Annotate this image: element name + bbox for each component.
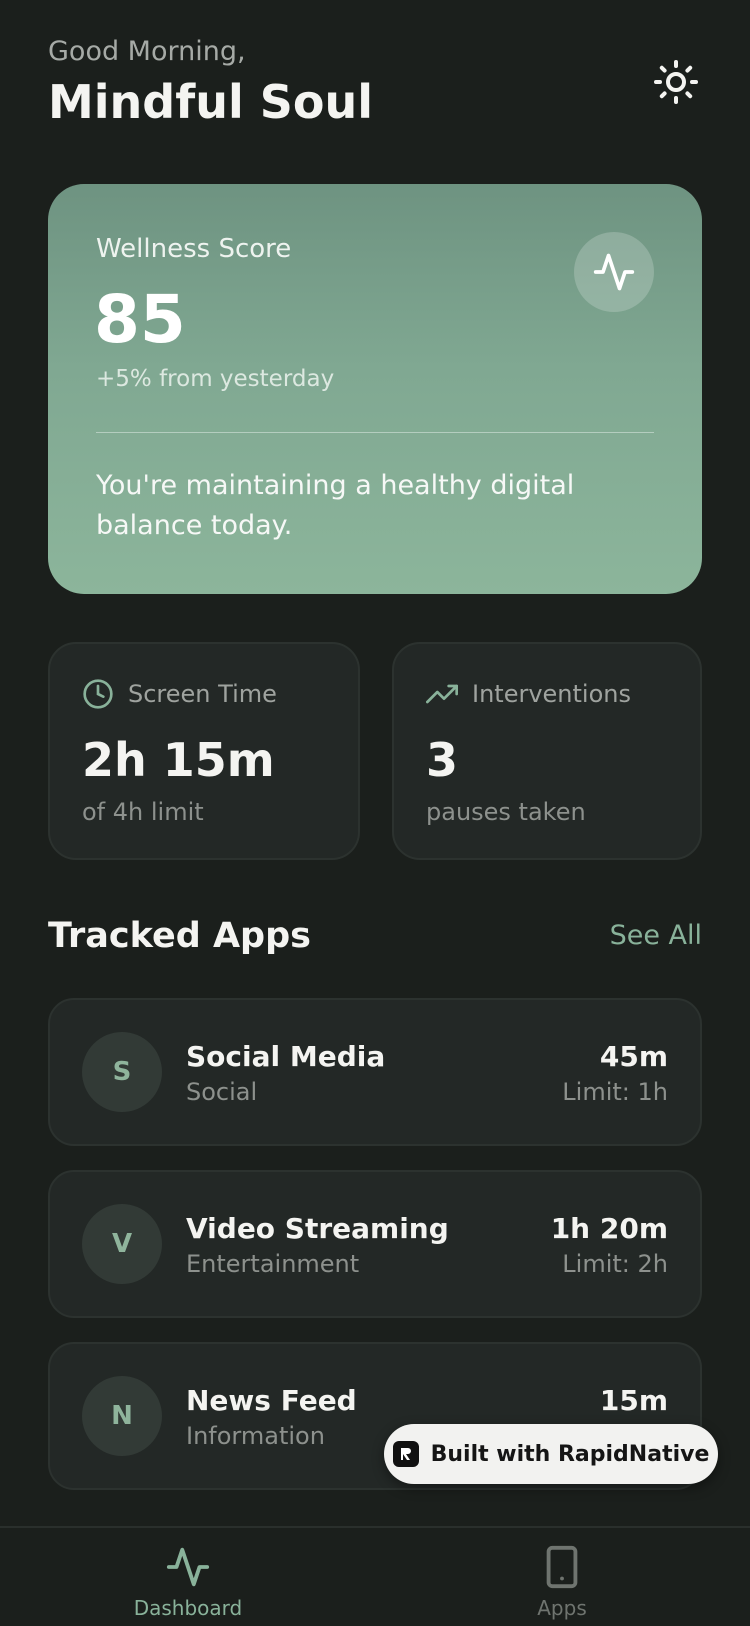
greeting-text: Good Morning, <box>48 36 246 67</box>
smartphone-icon <box>546 1545 578 1589</box>
wellness-score-label: Wellness Score <box>96 234 292 264</box>
wellness-message: You're maintaining a healthy digital bal… <box>96 470 575 541</box>
app-limit: Limit: 2h <box>562 1250 668 1278</box>
tab-apps[interactable]: Apps <box>462 1544 662 1620</box>
badge-label: Built with RapidNative <box>430 1441 710 1467</box>
sun-icon <box>654 60 698 104</box>
screen-time-header: Screen Time <box>82 678 277 710</box>
wellness-score-card[interactable]: Wellness Score 85 +5% from yesterday You… <box>48 184 702 594</box>
app-avatar: S <box>82 1032 162 1112</box>
wellness-divider <box>96 432 654 433</box>
app-category: Entertainment <box>186 1250 360 1278</box>
screen-time-sub: of 4h limit <box>82 798 204 826</box>
screen-time-value: 2h 15m <box>82 733 275 787</box>
clock-icon <box>83 679 113 709</box>
app-usage-time: 15m <box>599 1384 668 1417</box>
app-category: Social <box>186 1078 258 1106</box>
tab-label: Apps <box>537 1596 587 1620</box>
activity-icon <box>166 1547 210 1587</box>
bottom-tab-bar: Dashboard Apps <box>0 1526 750 1626</box>
interventions-sub: pauses taken <box>426 798 586 826</box>
activity-icon <box>593 253 635 291</box>
see-all-link[interactable]: See All <box>610 920 702 951</box>
app-avatar: N <box>82 1376 162 1456</box>
app-name: Social Media <box>186 1040 386 1073</box>
built-with-rapidnative-badge[interactable]: Built with RapidNative <box>384 1424 718 1484</box>
app-name: Video Streaming <box>186 1212 449 1245</box>
rapidnative-logo-icon <box>392 1441 419 1467</box>
app-usage-time: 45m <box>599 1040 668 1073</box>
app-avatar: V <box>82 1204 162 1284</box>
interventions-card[interactable]: Interventions 3 pauses taken <box>392 642 702 860</box>
header: Good Morning, Mindful Soul <box>48 34 702 134</box>
app-limit: Limit: 1h <box>562 1078 668 1106</box>
interventions-header: Interventions <box>426 678 631 710</box>
theme-toggle-button[interactable] <box>652 58 700 106</box>
wellness-score-value: 85 <box>94 281 186 358</box>
tab-dashboard[interactable]: Dashboard <box>88 1544 288 1620</box>
app-card[interactable]: S Social Media Social 45m Limit: 1h <box>48 998 702 1146</box>
wellness-score-change: +5% from yesterday <box>96 366 335 392</box>
screen-time-card[interactable]: Screen Time 2h 15m of 4h limit <box>48 642 360 860</box>
trending-up-icon <box>426 684 458 704</box>
app-usage-time: 1h 20m <box>550 1212 668 1245</box>
screen-time-label: Screen Time <box>128 680 277 708</box>
interventions-label: Interventions <box>472 680 631 708</box>
app-card[interactable]: V Video Streaming Entertainment 1h 20m L… <box>48 1170 702 1318</box>
app-category: Information <box>186 1422 325 1450</box>
app-name: News Feed <box>186 1384 357 1417</box>
username-title: Mindful Soul <box>48 75 374 129</box>
tab-label: Dashboard <box>133 1596 243 1620</box>
tracked-apps-title: Tracked Apps <box>48 916 311 956</box>
wellness-icon-badge <box>574 232 654 312</box>
interventions-value: 3 <box>426 733 459 787</box>
